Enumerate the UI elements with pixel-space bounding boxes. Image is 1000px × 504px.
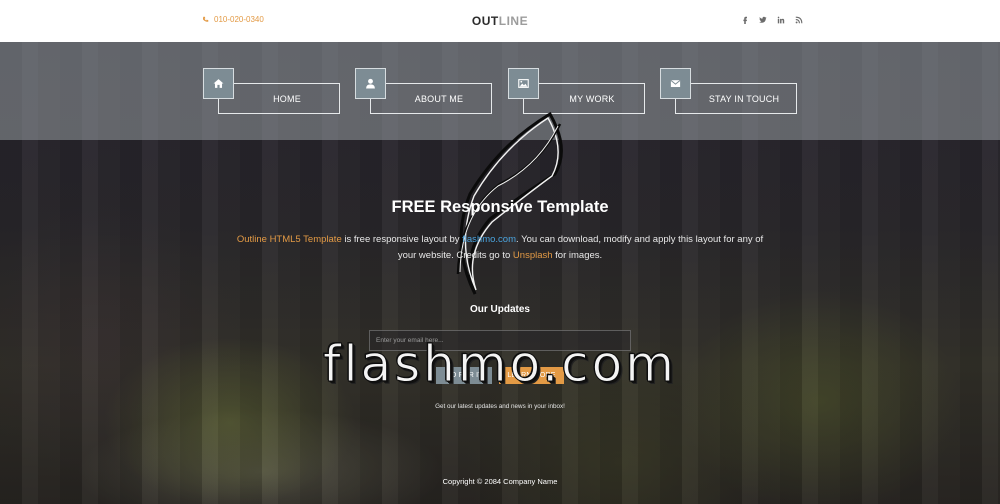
nav-item-home[interactable]: HOME — [203, 68, 341, 116]
logo-primary: OUT — [471, 14, 499, 28]
facebook-icon[interactable] — [740, 15, 749, 24]
logo-secondary: LINE — [498, 14, 529, 28]
nav-item-contact[interactable]: STAY IN TOUCH — [660, 68, 798, 116]
nav-label-contact: STAY IN TOUCH — [708, 93, 780, 104]
rss-icon[interactable] — [794, 15, 803, 24]
subscribe-note: Get our latest updates and news in your … — [435, 403, 565, 410]
linkedin-icon[interactable] — [776, 15, 785, 24]
nav-box: STAY IN TOUCH — [675, 83, 797, 114]
nav-label-work: MY WORK — [569, 93, 615, 104]
learn-more-button[interactable]: LEARN MORE — [499, 367, 564, 384]
user-icon — [355, 68, 386, 99]
hero-intro: Outline HTML5 Template is free responsiv… — [230, 232, 770, 264]
nav-label-home: HOME — [273, 93, 301, 104]
template-link[interactable]: Outline HTML5 Template — [237, 234, 342, 245]
nav-label-about: ABOUT ME — [414, 93, 464, 104]
nav-box: HOME — [218, 83, 340, 114]
hero-section: HOME ABOUT ME MY WORK STAY IN TOUCH FREE… — [0, 42, 1000, 504]
flashmo-link[interactable]: flashmo.com — [462, 234, 516, 245]
hero-title: FREE Responsive Template — [391, 198, 609, 216]
copyright: Copyright © 2084 Company Name — [442, 477, 558, 486]
site-logo[interactable]: OUTLINE — [0, 14, 1000, 28]
updates-title: Our Updates — [469, 304, 530, 315]
unsplash-link[interactable]: Unsplash — [513, 250, 553, 261]
email-input[interactable] — [369, 330, 631, 351]
top-header: 010-020-0340 OUTLINE — [0, 0, 1000, 42]
go-for-it-button[interactable]: GO FOR IT — [436, 367, 492, 384]
twitter-icon[interactable] — [758, 15, 767, 24]
home-icon — [203, 68, 234, 99]
envelope-icon — [660, 68, 691, 99]
social-links — [740, 15, 803, 24]
intro-text-3: for images. — [552, 250, 603, 261]
image-icon — [508, 68, 539, 99]
intro-text-1: is free responsive layout by — [341, 234, 463, 245]
